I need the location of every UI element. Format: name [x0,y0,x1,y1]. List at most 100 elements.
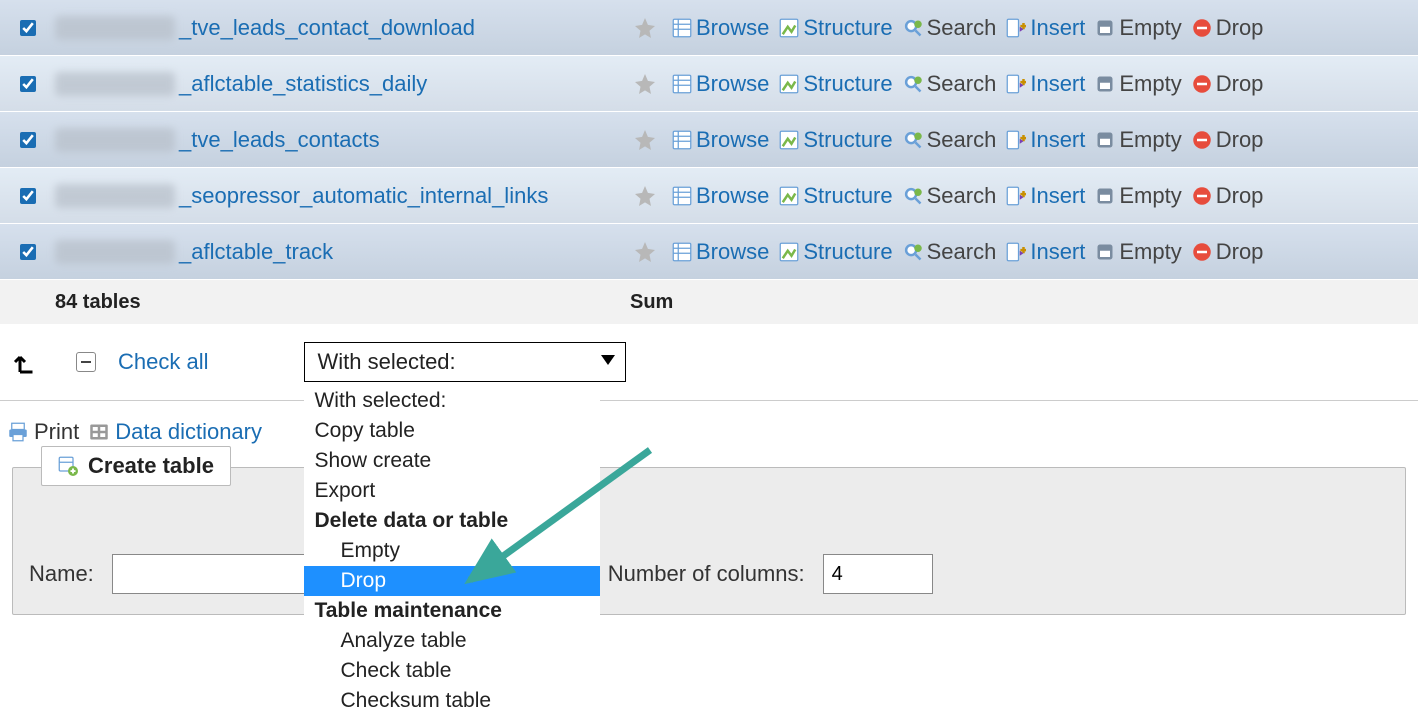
table-row: _aflctable_statistics_daily Browse Structu… [0,56,1418,112]
drop-action[interactable]: Drop [1190,127,1266,153]
search-label: Search [927,71,997,97]
check-indeterminate-icon[interactable] [76,352,96,372]
menu-option[interactable]: Copy table [304,416,600,446]
table-name-link[interactable]: _tve_leads_contacts [179,127,380,153]
data-dictionary-link[interactable]: Data dictionary [89,419,262,445]
row-checkbox[interactable] [20,244,36,260]
row-checkbox[interactable] [20,188,36,204]
columns-input[interactable] [823,554,933,594]
insert-icon [1006,242,1026,262]
structure-action[interactable]: Structure [777,71,894,97]
menu-option[interactable]: Check table [304,656,600,686]
structure-icon [779,18,799,38]
browse-icon [672,18,692,38]
create-table-legend: Create table [41,446,231,486]
search-icon [903,130,923,150]
row-checkbox[interactable] [20,76,36,92]
with-selected-dropdown[interactable]: With selected: [304,342,626,382]
empty-action[interactable]: Empty [1093,127,1183,153]
favorite-star-icon[interactable] [630,72,660,96]
search-label: Search [927,183,997,209]
drop-action[interactable]: Drop [1190,71,1266,97]
drop-label: Drop [1216,239,1264,265]
menu-option[interactable]: Show create [304,446,600,476]
drop-label: Drop [1216,127,1264,153]
columns-label: Number of columns: [608,561,805,587]
empty-label: Empty [1119,71,1181,97]
search-action[interactable]: Search [901,183,999,209]
empty-action[interactable]: Empty [1093,239,1183,265]
table-name-link[interactable]: _aflctable_track [179,239,333,265]
print-link[interactable]: Print [8,419,79,445]
insert-icon [1006,130,1026,150]
menu-option[interactable]: Analyze table [304,626,600,656]
browse-action[interactable]: Browse [670,127,771,153]
check-all-link[interactable]: Check all [118,349,208,375]
browse-action[interactable]: Browse [670,239,771,265]
insert-action[interactable]: Insert [1004,183,1087,209]
menu-option[interactable]: Drop [304,566,600,596]
row-checkbox[interactable] [20,132,36,148]
table-name-link[interactable]: _aflctable_statistics_daily [179,71,427,97]
drop-action[interactable]: Drop [1190,239,1266,265]
with-selected-label: With selected: [317,349,455,375]
menu-option[interactable]: Checksum table [304,686,600,716]
table-prefix-blur [55,128,175,152]
structure-label: Structure [803,239,892,265]
table-prefix-blur [55,240,175,264]
browse-action[interactable]: Browse [670,183,771,209]
structure-label: Structure [803,71,892,97]
browse-label: Browse [696,15,769,41]
table-row: _tve_leads_contacts BrowseStructure Search… [0,112,1418,168]
favorite-star-icon[interactable] [630,16,660,40]
table-name-link[interactable]: _seopressor_automatic_internal_links [179,183,548,209]
drop-action[interactable]: Drop [1190,15,1266,41]
table-row: _aflctable_track Browse Structure SearchIns… [0,224,1418,280]
menu-option[interactable]: With selected: [304,386,600,416]
search-action[interactable]: Search [901,127,999,153]
search-action[interactable]: Search [901,15,999,41]
search-action[interactable]: Search [901,239,999,265]
drop-icon [1192,242,1212,262]
table-name-link[interactable]: _tve_leads_contact_download [179,15,475,41]
browse-icon [672,242,692,262]
structure-action[interactable]: Structure [777,183,894,209]
structure-action[interactable]: Structure [777,239,894,265]
favorite-star-icon[interactable] [630,240,660,264]
browse-action[interactable]: Browse [670,71,771,97]
structure-action[interactable]: Structure [777,127,894,153]
insert-icon [1006,186,1026,206]
drop-label: Drop [1216,71,1264,97]
insert-action[interactable]: Insert [1004,127,1087,153]
empty-action[interactable]: Empty [1093,183,1183,209]
row-checkbox[interactable] [20,20,36,36]
drop-icon [1192,186,1212,206]
empty-action[interactable]: Empty [1093,15,1183,41]
insert-action[interactable]: Insert [1004,15,1087,41]
favorite-star-icon[interactable] [630,184,660,208]
favorite-star-icon[interactable] [630,128,660,152]
table-row: _tve_leads_contact_download Browse Structu… [0,0,1418,56]
empty-label: Empty [1119,239,1181,265]
structure-action[interactable]: Structure [777,15,894,41]
insert-label: Insert [1030,127,1085,153]
empty-icon [1095,242,1115,262]
browse-action[interactable]: Browse [670,15,771,41]
menu-option[interactable]: Empty [304,536,600,566]
empty-label: Empty [1119,15,1181,41]
search-icon [903,18,923,38]
data-dictionary-label: Data dictionary [115,419,262,445]
insert-action[interactable]: Insert [1004,239,1087,265]
search-icon [903,242,923,262]
search-action[interactable]: Search [901,71,999,97]
menu-option[interactable]: Export [304,476,600,506]
structure-icon [779,130,799,150]
empty-icon [1095,130,1115,150]
empty-action[interactable]: Empty [1093,71,1183,97]
with-selected-menu[interactable]: With selected:Copy tableShow createExpor… [304,382,600,726]
table-row: _seopressor_automatic_internal_links Brow… [0,168,1418,224]
insert-action[interactable]: Insert [1004,71,1087,97]
browse-icon [672,74,692,94]
empty-icon [1095,18,1115,38]
drop-action[interactable]: Drop [1190,183,1266,209]
